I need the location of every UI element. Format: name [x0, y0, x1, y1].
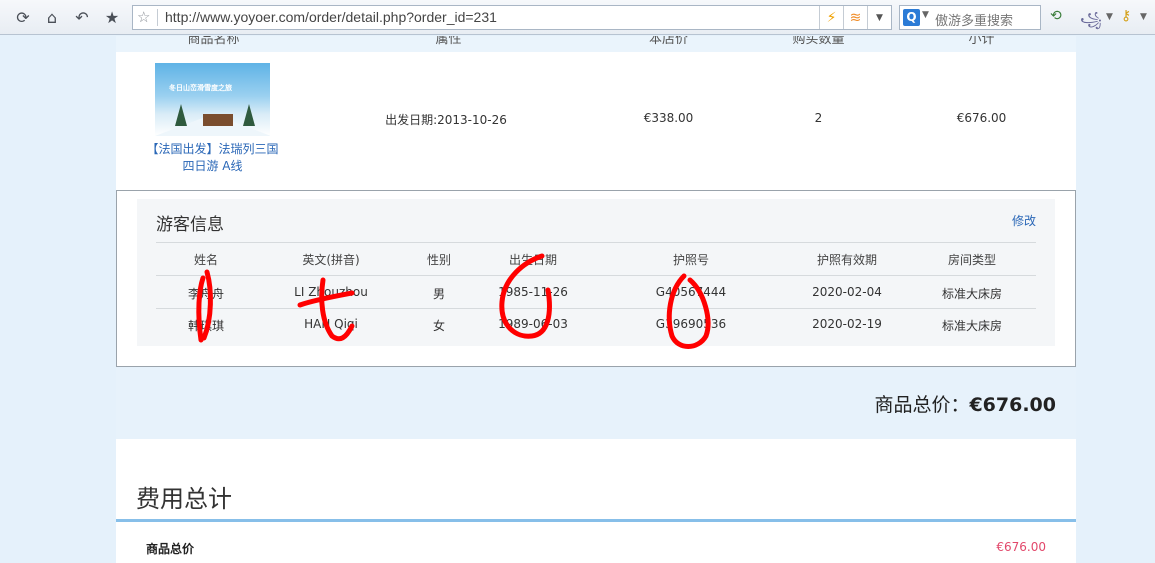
header-product-name: 商品名称: [187, 36, 240, 47]
translate-dropdown-icon[interactable]: ▼: [1106, 12, 1113, 22]
product-row: 冬日山峦滑雪度之旅 【法国出发】法瑞列三国四日游 A线 出发日期:2013-10…: [116, 52, 1076, 190]
header-quantity: 购买数量: [792, 36, 845, 47]
fee-goods-total-value: €676.00: [996, 540, 1046, 554]
thumbnail-tree: [175, 104, 187, 126]
col-birth-date: 出生日期: [508, 253, 557, 267]
divider: [156, 308, 1036, 309]
goods-total: 商品总价：€676.00: [874, 390, 1056, 417]
header-subtotal: 小计: [968, 36, 995, 47]
address-icons: ⚡ ≋ ▼: [819, 6, 891, 29]
tourist-passport-no: G39690536: [655, 317, 727, 331]
rss-icon[interactable]: ≋: [843, 6, 867, 29]
tourist-info-section: 游客信息 修改 姓名 英文(拼音) 性别 出生日期 护照号 护照有效期 房间类型…: [116, 190, 1076, 367]
thumbnail-caption: 冬日山峦滑雪度之旅: [169, 84, 232, 92]
tourist-english-name: HAN Qiqi: [304, 317, 358, 331]
search-box[interactable]: Q ▼ 傲游多重搜索: [899, 5, 1041, 30]
search-input[interactable]: 傲游多重搜索: [935, 10, 1013, 29]
fee-summary-title: 费用总计: [136, 485, 232, 513]
thumbnail-tree: [243, 104, 255, 126]
fee-summary: 费用总计 商品总价 €676.00: [116, 439, 1076, 563]
home-icon[interactable]: ⌂: [41, 6, 63, 28]
product-thumbnail[interactable]: 冬日山峦滑雪度之旅: [155, 63, 270, 136]
goods-total-label: 商品总价：: [874, 394, 970, 416]
tourist-gender: 男: [432, 287, 445, 301]
tourist-name: 李舟舟: [187, 287, 224, 301]
tourist-gender: 女: [432, 319, 445, 333]
dropdown-icon[interactable]: ▼: [867, 6, 891, 29]
col-english-name: 英文(拼音): [302, 253, 360, 267]
tourist-english-name: LI Zhouzhou: [294, 285, 368, 299]
tourist-passport-expiry: 2020-02-19: [812, 317, 882, 331]
edit-tourists-link[interactable]: 修改: [1012, 212, 1036, 229]
col-gender: 性别: [426, 253, 451, 267]
col-passport-no: 护照号: [672, 253, 709, 267]
extension-icon[interactable]: ⟲: [1050, 8, 1062, 24]
header-price: 本店价: [648, 36, 688, 47]
tourist-room-type: 标准大床房: [941, 287, 1002, 301]
col-room-type: 房间类型: [947, 253, 996, 267]
col-passport-expiry: 护照有效期: [816, 253, 877, 267]
fee-goods-total-label: 商品总价: [146, 542, 195, 556]
product-name-link[interactable]: 【法国出发】法瑞列三国四日游 A线: [146, 141, 279, 175]
key-icon[interactable]: ⚷: [1121, 8, 1131, 24]
tourist-name: 韩琪琪: [187, 319, 224, 333]
translate-icon[interactable]: ꧁: [1080, 8, 1102, 37]
refresh-icon[interactable]: ⟳: [12, 6, 34, 28]
product-subtotal: €676.00: [956, 111, 1007, 125]
divider: [156, 275, 1036, 276]
tourist-birth-date: 1985-11-26: [498, 285, 568, 299]
key-dropdown-icon[interactable]: ▼: [1140, 12, 1147, 22]
tourist-passport-expiry: 2020-02-04: [812, 285, 882, 299]
header-attribute: 属性: [435, 36, 462, 47]
thumbnail-chalet: [203, 114, 233, 126]
search-engine-dropdown-icon[interactable]: ▼: [922, 10, 929, 20]
fee-summary-rule: [116, 519, 1076, 522]
favorites-icon[interactable]: ★: [101, 6, 123, 28]
goods-total-band: 商品总价：€676.00: [116, 368, 1076, 439]
address-url[interactable]: http://www.yoyoer.com/order/detail.php?o…: [165, 9, 497, 25]
browser-toolbar: ⟳ ⌂ ↶ ★ ☆ http://www.yoyoer.com/order/de…: [0, 0, 1155, 35]
product-price: €338.00: [643, 111, 694, 125]
product-table-header: 商品名称 属性 本店价 购买数量 小计: [116, 36, 1076, 52]
tourist-info-panel: 游客信息 修改 姓名 英文(拼音) 性别 出生日期 护照号 护照有效期 房间类型…: [137, 199, 1055, 346]
goods-total-value: €676.00: [969, 394, 1056, 416]
product-attribute: 出发日期:2013-10-26: [385, 113, 507, 127]
address-separator: [157, 9, 158, 26]
tourist-birth-date: 1989-06-03: [498, 317, 568, 331]
divider: [156, 242, 1036, 243]
address-bar[interactable]: ☆ http://www.yoyoer.com/order/detail.php…: [132, 5, 892, 30]
tourist-room-type: 标准大床房: [941, 319, 1002, 333]
product-quantity: 2: [814, 111, 823, 125]
search-engine-icon[interactable]: Q: [903, 9, 920, 26]
bookmark-star-icon[interactable]: ☆: [137, 8, 150, 26]
lightning-icon[interactable]: ⚡: [819, 6, 843, 29]
col-name: 姓名: [193, 253, 218, 267]
undo-icon[interactable]: ↶: [71, 6, 93, 28]
tourist-passport-no: G40567444: [655, 285, 727, 299]
tourist-info-title: 游客信息: [156, 215, 224, 235]
